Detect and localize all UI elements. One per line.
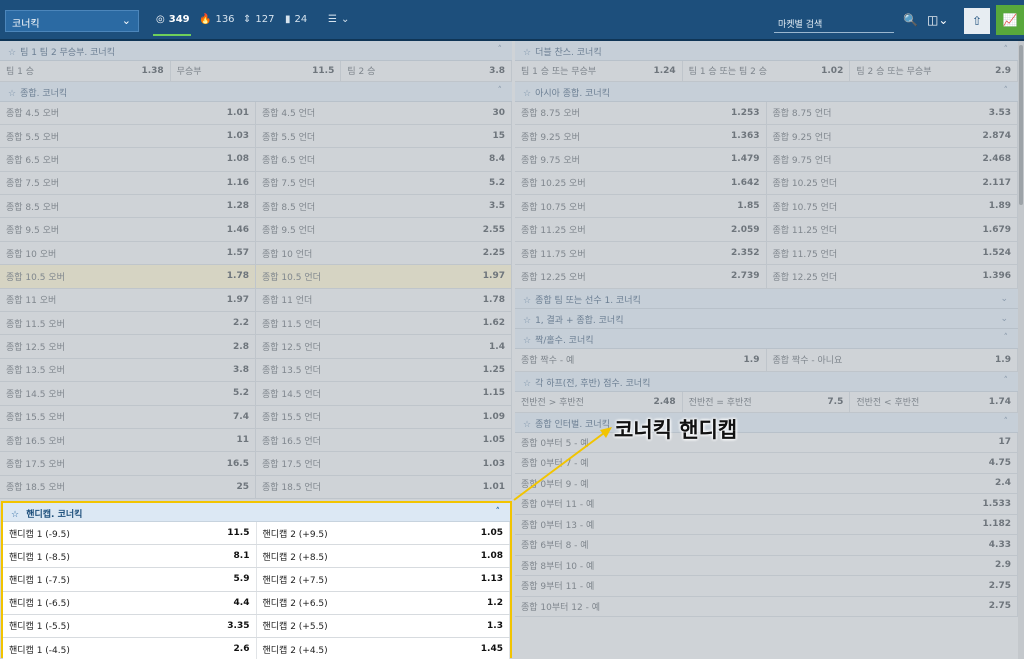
arrow-head [600,427,612,438]
scrollbar-thumb[interactable] [1019,45,1023,205]
callout-arrow [513,427,612,501]
arrow-line [513,432,605,501]
callout-label: 코너킥 핸디캡 [614,418,738,442]
